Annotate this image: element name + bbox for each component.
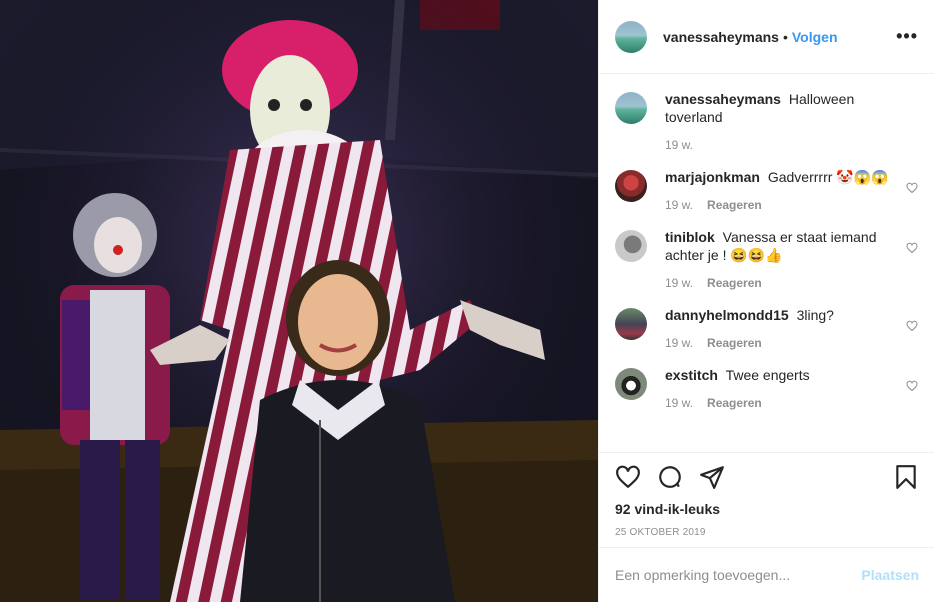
reply-button[interactable]: Reageren xyxy=(707,336,762,350)
post-date[interactable]: 25 OKTOBER 2019 xyxy=(615,527,919,538)
comment-text: Gadverrrrr 🤡😱😱 xyxy=(767,169,889,185)
caption-item: vanessaheymans Halloween toverland 19 w. xyxy=(615,90,918,152)
action-icons xyxy=(615,463,919,491)
comment-text-line: marjajonkman Gadverrrrr 🤡😱😱 xyxy=(665,168,894,186)
halloween-photo-illustration xyxy=(0,0,598,602)
comment-time[interactable]: 19 w. xyxy=(665,138,693,152)
comment-time[interactable]: 19 w. xyxy=(665,336,693,350)
comment-text: Twee engerts xyxy=(725,367,810,383)
commenter-avatar[interactable] xyxy=(615,170,647,202)
comment-text-line: tiniblok Vanessa er staat iemand achter … xyxy=(665,228,894,264)
commenter-username[interactable]: tiniblok xyxy=(665,229,715,245)
comment-input[interactable] xyxy=(615,567,862,583)
commenter-avatar[interactable] xyxy=(615,368,647,400)
comment-time[interactable]: 19 w. xyxy=(665,396,693,410)
post-photo[interactable] xyxy=(0,0,598,602)
post-actions: 92 vind-ik-leuks 25 OKTOBER 2019 xyxy=(599,452,934,547)
author-username[interactable]: vanessaheymans xyxy=(663,29,779,45)
commenter-avatar[interactable] xyxy=(615,92,647,124)
comment-time[interactable]: 19 w. xyxy=(665,276,693,290)
heart-icon[interactable] xyxy=(615,464,641,490)
post-comment-button[interactable]: Plaatsen xyxy=(861,567,919,583)
comment-body: dannyhelmondd15 3ling? 19 w. Reageren xyxy=(665,306,918,350)
comment-text-line: exstitch Twee engerts xyxy=(665,366,894,384)
comment-text-line: vanessaheymans Halloween toverland xyxy=(665,90,894,126)
commenter-avatar[interactable] xyxy=(615,308,647,340)
reply-button[interactable]: Reageren xyxy=(707,276,762,290)
commenter-avatar[interactable] xyxy=(615,230,647,262)
author-avatar[interactable] xyxy=(615,20,647,53)
comment-body: marjajonkman Gadverrrrr 🤡😱😱 19 w. Reager… xyxy=(665,168,918,212)
comment-meta: 19 w. Reageren xyxy=(665,336,894,350)
comment-body: tiniblok Vanessa er staat iemand achter … xyxy=(665,228,918,290)
bookmark-icon[interactable] xyxy=(893,464,919,490)
comment-meta: 19 w. Reageren xyxy=(665,198,894,212)
comment-text-line: dannyhelmondd15 3ling? xyxy=(665,306,894,324)
comment-item: dannyhelmondd15 3ling? 19 w. Reageren xyxy=(615,306,918,350)
commenter-username[interactable]: marjajonkman xyxy=(665,169,760,185)
commenter-username[interactable]: exstitch xyxy=(665,367,718,383)
separator-dot: • xyxy=(782,28,788,45)
commenter-username[interactable]: dannyhelmondd15 xyxy=(665,307,789,323)
post-side-panel: vanessaheymans • Volgen ••• vanessaheyma… xyxy=(598,0,934,602)
like-comment-heart-icon[interactable] xyxy=(906,380,918,392)
comment-body: exstitch Twee engerts 19 w. Reageren xyxy=(665,366,918,410)
comment-text: 3ling? xyxy=(796,307,834,323)
like-comment-heart-icon[interactable] xyxy=(906,320,918,332)
add-comment-bar: Plaatsen xyxy=(599,547,934,602)
comment-body: vanessaheymans Halloween toverland 19 w. xyxy=(665,90,918,152)
commenter-username[interactable]: vanessaheymans xyxy=(665,91,781,107)
more-options-icon[interactable]: ••• xyxy=(896,26,918,47)
comment-item: marjajonkman Gadverrrrr 🤡😱😱 19 w. Reager… xyxy=(615,168,918,212)
comment-item: tiniblok Vanessa er staat iemand achter … xyxy=(615,228,918,290)
like-comment-heart-icon[interactable] xyxy=(906,182,918,194)
comment-meta: 19 w. Reageren xyxy=(665,276,894,290)
post-header: vanessaheymans • Volgen ••• xyxy=(599,0,934,74)
like-comment-heart-icon[interactable] xyxy=(906,242,918,254)
comments-list[interactable]: vanessaheymans Halloween toverland 19 w.… xyxy=(599,74,934,452)
comment-meta: 19 w. Reageren xyxy=(665,396,894,410)
comment-item: exstitch Twee engerts 19 w. Reageren xyxy=(615,366,918,410)
follow-button[interactable]: Volgen xyxy=(792,29,838,45)
comment-icon[interactable] xyxy=(657,464,683,490)
share-icon[interactable] xyxy=(699,464,725,490)
comment-meta: 19 w. xyxy=(665,138,894,152)
reply-button[interactable]: Reageren xyxy=(707,198,762,212)
comment-time[interactable]: 19 w. xyxy=(665,198,693,212)
reply-button[interactable]: Reageren xyxy=(707,396,762,410)
like-count[interactable]: 92 vind-ik-leuks xyxy=(615,501,919,517)
